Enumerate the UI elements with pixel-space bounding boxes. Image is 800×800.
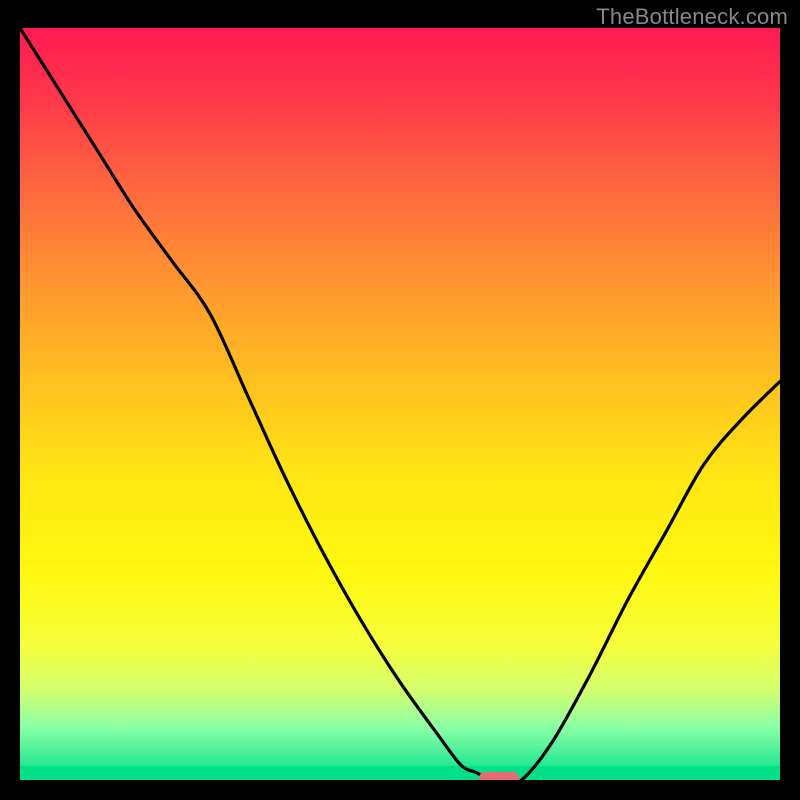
bottleneck-curve bbox=[20, 28, 780, 780]
chart-container: TheBottleneck.com bbox=[0, 0, 800, 800]
plot-area bbox=[20, 28, 780, 780]
optimal-marker-pill bbox=[479, 772, 519, 780]
watermark-label: TheBottleneck.com bbox=[596, 4, 788, 30]
